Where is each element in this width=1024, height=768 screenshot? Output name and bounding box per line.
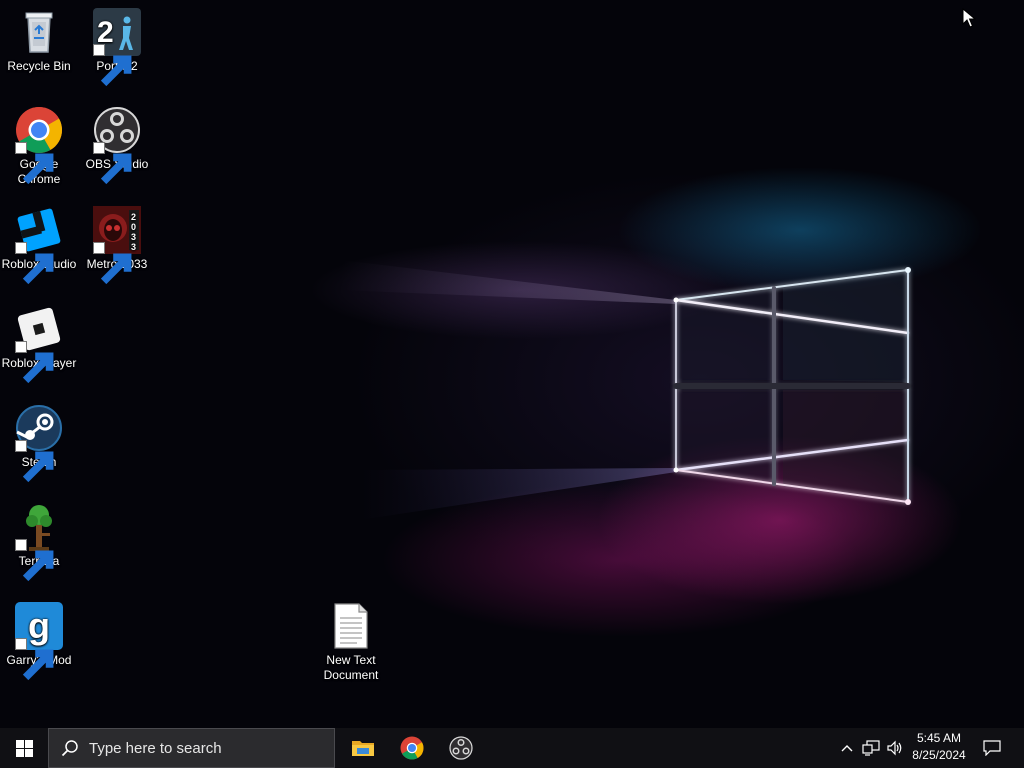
roblox-player-icon — [15, 305, 63, 384]
network-icon — [862, 740, 880, 756]
roblox-studio-icon — [15, 206, 63, 285]
desktop-icon-new-text-document[interactable]: New Text Document — [312, 602, 390, 683]
desktop-icon-portal-2[interactable]: 2 Portal 2 — [78, 8, 156, 87]
mouse-cursor-icon — [962, 8, 976, 28]
shortcut-arrow-icon — [15, 242, 54, 285]
terraria-icon — [15, 503, 63, 582]
shortcut-arrow-icon — [15, 539, 54, 582]
chrome-icon — [15, 106, 63, 185]
file-explorer-icon — [352, 741, 374, 756]
desktop-icon-metro-2033[interactable]: 2 0 3 3 Metro 2033 — [78, 206, 156, 285]
obs-icon — [93, 106, 141, 185]
svg-text:2: 2 — [131, 212, 136, 222]
desktop-icon-roblox-player[interactable]: Roblox Player — [0, 305, 78, 384]
desktop-icon-label: New Text Document — [323, 653, 379, 682]
svg-text:0: 0 — [131, 222, 136, 232]
shortcut-arrow-icon — [93, 142, 132, 185]
desktop-icon-roblox-studio[interactable]: Roblox Studio — [0, 206, 78, 285]
desktop-icon-label: Recycle Bin — [7, 59, 71, 73]
shortcut-arrow-icon — [15, 142, 54, 185]
taskbar-clock[interactable]: 5:45 AM 8/25/2024 — [900, 730, 978, 764]
taskbar-chrome[interactable] — [388, 728, 436, 768]
action-center-button[interactable] — [978, 728, 1006, 768]
svg-text:3: 3 — [131, 232, 136, 242]
desktop-icon-terraria[interactable]: Terraria — [0, 503, 78, 582]
chevron-up-icon — [841, 745, 853, 752]
desktop-icon-recycle-bin[interactable]: Recycle Bin — [0, 8, 78, 74]
show-hidden-icons-button[interactable] — [838, 728, 856, 768]
shortcut-arrow-icon — [15, 341, 54, 384]
clock-date: 8/25/2024 — [912, 748, 966, 762]
steam-icon — [15, 404, 63, 483]
shortcut-arrow-icon — [15, 440, 54, 483]
search-placeholder: Type here to search — [89, 739, 222, 757]
desktop-icon-obs-studio[interactable]: OBS Studio — [78, 106, 156, 185]
taskbar: Type here to search 5:45 AM 8/25/2024 — [0, 728, 1024, 768]
garrys-mod-icon: g — [15, 602, 63, 681]
start-button[interactable] — [0, 728, 48, 768]
chrome-icon — [400, 736, 424, 760]
metro-2033-icon: 2 0 3 3 — [93, 206, 141, 285]
desktop-icon-google-chrome[interactable]: Google Chrome — [0, 106, 78, 187]
recycle-bin-icon — [15, 8, 63, 56]
portal-2-icon: 2 — [93, 8, 141, 87]
desktop-icon-steam[interactable]: Steam — [0, 404, 78, 483]
desktop-icon-garrys-mod[interactable]: g Garry's Mod — [0, 602, 78, 681]
taskbar-file-explorer[interactable] — [339, 728, 387, 768]
shortcut-arrow-icon — [93, 242, 132, 285]
windows-logo-icon — [15, 739, 33, 757]
text-document-icon — [327, 602, 375, 650]
notification-icon — [983, 740, 1001, 756]
taskbar-search-box[interactable]: Type here to search — [48, 728, 335, 768]
shortcut-arrow-icon — [15, 638, 54, 681]
search-icon — [61, 740, 78, 757]
network-button[interactable] — [860, 728, 882, 768]
taskbar-obs-studio[interactable] — [437, 728, 485, 768]
clock-time: 5:45 AM — [916, 731, 962, 745]
shortcut-arrow-icon — [93, 44, 132, 87]
obs-icon — [449, 736, 473, 760]
desktop[interactable]: Recycle Bin 2 Portal 2 Google Chrome OBS… — [0, 0, 1024, 728]
